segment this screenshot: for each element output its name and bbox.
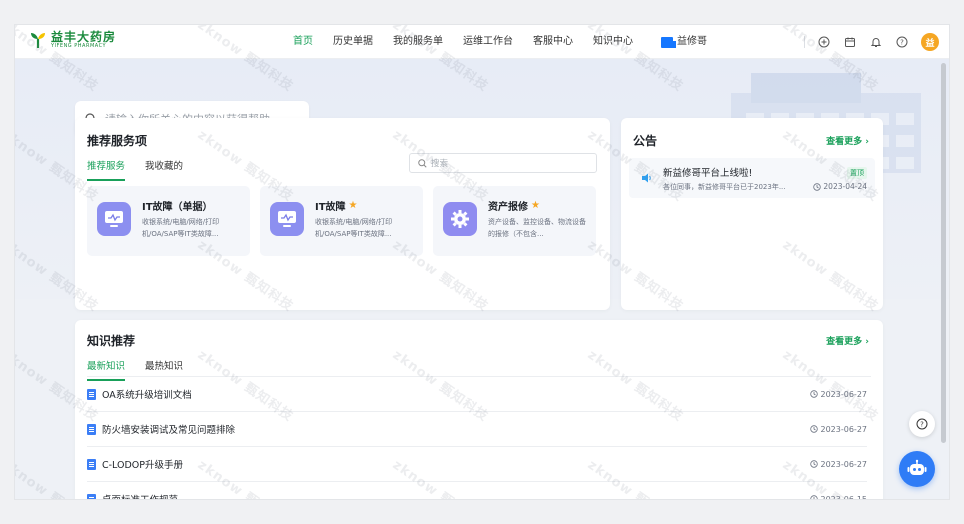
- list-item[interactable]: 防火墙安装调试及常见问题排除 2023-06-27: [87, 412, 867, 447]
- tab-recommended[interactable]: 推荐服务: [87, 158, 126, 181]
- document-icon: [87, 423, 96, 435]
- clock-icon: [809, 460, 818, 468]
- robot-icon: [907, 459, 927, 475]
- knowledge-item-title: 桌面标准工作规范: [102, 492, 178, 499]
- knowledge-item-title: C-LODOP升级手册: [102, 460, 184, 471]
- service-name: IT故障（单据）: [142, 202, 213, 213]
- knowledge-item-date: 2023-06-27: [809, 425, 867, 434]
- clock-icon: [809, 390, 818, 398]
- star-icon[interactable]: ★: [531, 200, 540, 211]
- document-icon: [87, 493, 96, 499]
- nav-brand-yixiuge[interactable]: 益修哥: [651, 25, 717, 59]
- top-navbar: 益丰大药房 YIFENG PHARMACY 首页 历史单据 我的服务单 运维工作…: [15, 25, 949, 59]
- services-search-input[interactable]: 搜索: [409, 153, 597, 173]
- search-icon: [418, 158, 427, 168]
- logo-title: 益丰大药房: [51, 30, 117, 44]
- svg-text:?: ?: [900, 39, 904, 47]
- app-frame: 益丰大药房 YIFENG PHARMACY 首页 历史单据 我的服务单 运维工作…: [14, 24, 950, 500]
- main-nav: 首页 历史单据 我的服务单 运维工作台 客服中心 知识中心 益修哥: [283, 25, 717, 59]
- services-title: 推荐服务项: [87, 134, 148, 148]
- list-item[interactable]: 桌面标准工作规范 2023-06-15: [87, 482, 867, 499]
- announcement-card: 公告 查看更多 › 新益修哥平台上线啦! 置顶 各位同事，新益修哥平台已于202…: [621, 118, 883, 310]
- help-float-button[interactable]: ?: [909, 411, 935, 437]
- knowledge-item-date: 2023-06-15: [809, 495, 867, 499]
- announcement-title: 公告: [633, 134, 658, 148]
- document-icon: [87, 458, 96, 470]
- document-icon: [87, 388, 96, 400]
- knowledge-title: 知识推荐: [87, 334, 136, 348]
- service-desc: 收银系统/电脑/网络/打印机/OA/SAP等IT类故障...: [142, 218, 220, 238]
- nav-customer-service[interactable]: 客服中心: [523, 25, 583, 59]
- list-item[interactable]: C-LODOP升级手册 2023-06-27: [87, 447, 867, 482]
- speaker-icon: [642, 173, 651, 183]
- knowledge-card: 知识推荐 查看更多 › 最新知识 最热知识 OA系统升级培训文档 2023-06…: [75, 320, 883, 499]
- service-desc: 收银系统/电脑/网络/打印机/OA/SAP等IT类故障...: [315, 218, 393, 238]
- clock-icon: [809, 425, 818, 433]
- announcement-item-title: 新益修哥平台上线啦!: [663, 168, 753, 179]
- nav-my-service-orders[interactable]: 我的服务单: [383, 25, 453, 59]
- logo-mark-icon: [29, 31, 47, 49]
- bell-icon[interactable]: [869, 35, 883, 49]
- service-name: 资产报修: [488, 202, 528, 213]
- services-tabs: 推荐服务 我收藏的: [87, 158, 183, 181]
- nav-home[interactable]: 首页: [283, 25, 323, 59]
- chatbot-float-button[interactable]: [899, 451, 935, 487]
- service-name: IT故障: [315, 202, 346, 213]
- service-list: IT故障（单据） 收银系统/电脑/网络/打印机/OA/SAP等IT类故障... …: [87, 186, 596, 256]
- add-circle-icon[interactable]: [817, 35, 831, 49]
- service-item-asset-repair[interactable]: 资产报修 ★ 资产设备、监控设备、物流设备的报修（不包含...: [433, 186, 596, 256]
- pinned-badge: 置顶: [847, 167, 867, 179]
- calendar-icon[interactable]: [843, 35, 857, 49]
- clock-icon: [813, 182, 822, 191]
- service-desc: 资产设备、监控设备、物流设备的报修（不包含...: [488, 218, 586, 238]
- nav-brand-label: 益修哥: [677, 36, 707, 47]
- announcement-more-link[interactable]: 查看更多 ›: [826, 134, 869, 147]
- divider: [804, 36, 805, 48]
- help-icon[interactable]: ?: [895, 35, 909, 49]
- toolbar-right: ? 益: [804, 25, 939, 59]
- services-search-placeholder: 搜索: [431, 159, 449, 169]
- knowledge-item-title: 防火墙安装调试及常见问题排除: [102, 425, 236, 436]
- logo-subtitle: YIFENG PHARMACY: [51, 43, 107, 49]
- star-icon[interactable]: ★: [349, 200, 358, 211]
- knowledge-list: OA系统升级培训文档 2023-06-27 防火墙安装调试及常见问题排除 202…: [87, 377, 867, 499]
- building-icon: [661, 36, 676, 48]
- knowledge-item-title: OA系统升级培训文档: [102, 390, 192, 401]
- svg-text:?: ?: [920, 421, 924, 429]
- scrollbar[interactable]: [940, 59, 947, 449]
- nav-knowledge-center[interactable]: 知识中心: [583, 25, 643, 59]
- nav-ops-workbench[interactable]: 运维工作台: [453, 25, 523, 59]
- clock-icon: [809, 495, 818, 499]
- nav-history-tickets[interactable]: 历史单据: [323, 25, 383, 59]
- announcement-item-summary: 各位同事，新益修哥平台已于2023年...: [663, 183, 786, 191]
- announcement-item[interactable]: 新益修哥平台上线啦! 置顶 各位同事，新益修哥平台已于2023年... 2023…: [629, 158, 875, 198]
- avatar[interactable]: 益: [921, 33, 939, 51]
- list-item[interactable]: OA系统升级培训文档 2023-06-27: [87, 377, 867, 412]
- gear-icon: [443, 202, 477, 236]
- recommended-services-card: 推荐服务项 推荐服务 我收藏的 搜索 IT故障（单据） 收银系统/电脑/网络/打…: [75, 118, 610, 310]
- service-item-it-fault-ticket[interactable]: IT故障（单据） 收银系统/电脑/网络/打印机/OA/SAP等IT类故障...: [87, 186, 250, 256]
- scrollbar-thumb[interactable]: [941, 63, 946, 443]
- service-item-it-fault[interactable]: IT故障 ★ 收银系统/电脑/网络/打印机/OA/SAP等IT类故障...: [260, 186, 423, 256]
- help-icon: ?: [916, 418, 928, 430]
- knowledge-item-date: 2023-06-27: [809, 460, 867, 469]
- knowledge-item-date: 2023-06-27: [809, 390, 867, 399]
- logo[interactable]: 益丰大药房 YIFENG PHARMACY: [29, 31, 116, 49]
- monitor-icon: [97, 202, 131, 236]
- monitor-icon: [270, 202, 304, 236]
- announcement-item-date: 2023-04-24: [813, 182, 867, 191]
- tab-favorites[interactable]: 我收藏的: [145, 158, 183, 181]
- knowledge-more-link[interactable]: 查看更多 ›: [826, 334, 869, 347]
